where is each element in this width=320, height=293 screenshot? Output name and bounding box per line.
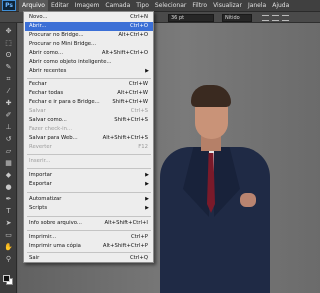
menu-arquivo[interactable]: Arquivo [19, 0, 48, 12]
menu-separator [27, 216, 151, 217]
eyedropper-tool-icon[interactable]: ⁄ [3, 87, 14, 96]
menu-item-salvar[interactable]: Salvar Ctrl+S [25, 107, 153, 116]
healing-tool-icon[interactable]: ✚ [3, 99, 14, 108]
menu-item-reverter[interactable]: Reverter F12 [25, 143, 153, 152]
menu-separator [27, 168, 151, 169]
menu-item-salvar-como[interactable]: Salvar como... Shift+Ctrl+S [25, 116, 153, 125]
file-menu-dropdown: Novo... Ctrl+N Abrir... Ctrl+O Procurar no… [23, 11, 154, 263]
photoshop-logo: Ps [2, 0, 16, 11]
menu-separator [27, 230, 151, 231]
menu-item-imprimir-copia[interactable]: Imprimir uma cópia Alt+Shift+Ctrl+P [25, 242, 153, 251]
anti-alias-select[interactable]: Nítido [222, 14, 252, 22]
menu-item-salvar-web[interactable]: Salvar para Web... Alt+Shift+Ctrl+S [25, 134, 153, 143]
history-brush-tool-icon[interactable]: ↺ [3, 135, 14, 144]
menu-item-inserir[interactable]: Inserir... [25, 157, 153, 166]
menu-item-automatizar[interactable]: Automatizar ▶ [25, 195, 153, 204]
dodge-tool-icon[interactable]: ● [3, 183, 14, 192]
font-size-field[interactable]: 36 pt [168, 14, 214, 22]
menu-item-abrir-objeto-inteligente[interactable]: Abrir como objeto inteligente... [25, 58, 153, 67]
pen-tool-icon[interactable]: ✒ [3, 195, 14, 204]
menu-item-procurar-mini-bridge[interactable]: Procurar no Mini Bridge... [25, 40, 153, 49]
gradient-tool-icon[interactable]: ▦ [3, 159, 14, 168]
menu-item-imprimir[interactable]: Imprimir... Ctrl+P [25, 233, 153, 242]
menu-separator [27, 192, 151, 193]
type-tool-icon[interactable]: T [3, 207, 14, 216]
move-tool-icon[interactable]: ✥ [3, 27, 14, 36]
menu-item-fechar-todas[interactable]: Fechar todas Alt+Ctrl+W [25, 89, 153, 98]
submenu-arrow-icon: ▶ [145, 172, 149, 178]
menu-item-info-arquivo[interactable]: Info sobre arquivo... Alt+Shift+Ctrl+I [25, 219, 153, 228]
menu-separator [27, 154, 151, 155]
marquee-tool-icon[interactable]: ⬚ [3, 39, 14, 48]
crop-tool-icon[interactable]: ⌗ [3, 75, 14, 84]
stamp-tool-icon[interactable]: ⊥ [3, 123, 14, 132]
menu-item-procurar-bridge[interactable]: Procurar no Bridge... Alt+Ctrl+O [25, 31, 153, 40]
align-center-icon[interactable] [272, 15, 279, 21]
submenu-arrow-icon: ▶ [145, 205, 149, 211]
foreground-color-swatch[interactable] [3, 275, 10, 282]
menu-item-scripts[interactable]: Scripts ▶ [25, 204, 153, 213]
menu-tipo[interactable]: Tipo [133, 0, 152, 12]
menu-separator [27, 78, 151, 79]
brush-tool-icon[interactable]: ✐ [3, 111, 14, 120]
menu-item-sair[interactable]: Sair Ctrl+Q [25, 254, 153, 263]
path-select-tool-icon[interactable]: ➤ [3, 219, 14, 228]
submenu-arrow-icon: ▶ [145, 68, 149, 74]
menu-selecionar[interactable]: Selecionar [152, 0, 189, 12]
menu-item-abrir[interactable]: Abrir... Ctrl+O [25, 22, 153, 31]
blur-tool-icon[interactable]: ◆ [3, 171, 14, 180]
hand-tool-icon[interactable]: ✋ [3, 243, 14, 252]
menu-visualizar[interactable]: Visualizar [210, 0, 245, 12]
menu-camada[interactable]: Camada [102, 0, 133, 12]
photo-hair [191, 85, 231, 107]
submenu-arrow-icon: ▶ [145, 181, 149, 187]
lasso-tool-icon[interactable]: ʘ [3, 51, 14, 60]
menu-item-fechar-bridge[interactable]: Fechar e ir para o Bridge... Shift+Ctrl+W [25, 98, 153, 107]
submenu-arrow-icon: ▶ [145, 196, 149, 202]
align-right-icon[interactable] [282, 15, 289, 21]
menu-ajuda[interactable]: Ajuda [269, 0, 292, 12]
menu-janela[interactable]: Janela [245, 0, 269, 12]
menu-item-fechar[interactable]: Fechar Ctrl+W [25, 80, 153, 89]
menu-item-novo[interactable]: Novo... Ctrl+N [25, 13, 153, 22]
photo-hand [240, 193, 256, 207]
menu-item-abrir-recentes[interactable]: Abrir recentes ▶ [25, 67, 153, 76]
shape-tool-icon[interactable]: ▭ [3, 231, 14, 240]
menu-editar[interactable]: Editar [48, 0, 72, 12]
align-left-icon[interactable] [262, 15, 269, 21]
menu-filtro[interactable]: Filtro [189, 0, 210, 12]
menu-separator [27, 252, 151, 253]
quick-select-tool-icon[interactable]: ✎ [3, 63, 14, 72]
menu-imagem[interactable]: Imagem [72, 0, 103, 12]
eraser-tool-icon[interactable]: ▱ [3, 147, 14, 156]
menu-item-abrir-como[interactable]: Abrir como... Alt+Shift+Ctrl+O [25, 49, 153, 58]
menu-item-exportar[interactable]: Exportar ▶ [25, 180, 153, 189]
menu-item-importar[interactable]: Importar ▶ [25, 171, 153, 180]
tools-panel: ⚲ ✋ ▭ ➤ T ✒ ● ◆ ▦ ▱ ↺ ⊥ ✐ ✚ ⁄ ⌗ ✎ ʘ ⬚ ✥ [0, 23, 17, 293]
zoom-tool-icon[interactable]: ⚲ [3, 255, 14, 264]
menu-item-check-in[interactable]: Fazer check-in... [25, 125, 153, 134]
